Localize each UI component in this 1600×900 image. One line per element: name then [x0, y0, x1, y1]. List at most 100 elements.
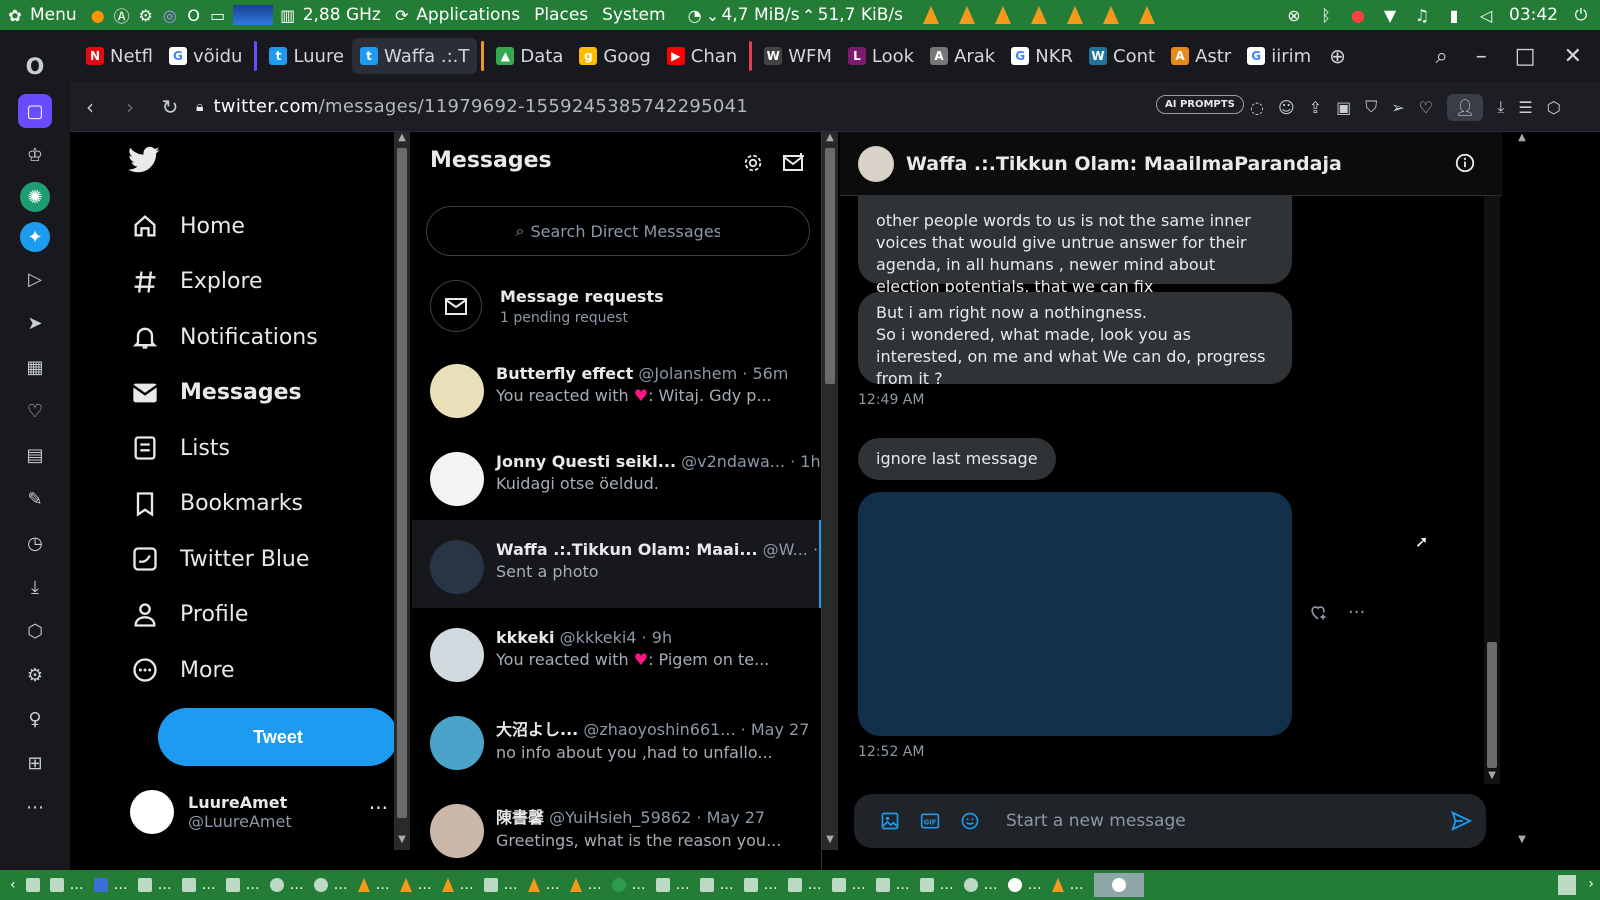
forward-button[interactable]: › — [110, 95, 150, 119]
gif-icon[interactable]: GIF — [910, 811, 950, 831]
menu-button[interactable]: ✿ Menu — [6, 5, 83, 25]
message-requests[interactable]: Message requests 1 pending request — [412, 268, 821, 344]
places-menu[interactable]: Places — [534, 5, 588, 25]
opera-menu-icon[interactable]: O — [18, 50, 52, 84]
nav-item-notifications[interactable]: Notifications — [130, 311, 318, 363]
vpn-shield-icon[interactable]: ⛉ — [1365, 97, 1377, 117]
tweet-button[interactable]: Tweet — [158, 708, 398, 766]
browser-tab[interactable]: ▲ Data — [488, 38, 571, 74]
emoji-icon[interactable] — [950, 811, 990, 831]
taskbar-item[interactable]: … — [93, 877, 128, 893]
browser-tab[interactable]: g Goog — [571, 38, 658, 74]
sidebar-more-icon[interactable]: ⋯ — [18, 790, 52, 824]
conversation-item[interactable]: 大沼よし... @zhaoyoshin661... · May 27 no inf… — [412, 696, 821, 784]
snapshot-icon[interactable]: ▣ — [1336, 98, 1351, 117]
nav-item-home[interactable]: Home — [130, 200, 245, 252]
easy-setup-icon[interactable]: ☰ — [1518, 98, 1532, 117]
crown-icon[interactable]: ♔ — [18, 138, 52, 172]
taskbar-item[interactable]: … — [699, 877, 734, 893]
xbox-icon[interactable]: ⊗ — [1285, 6, 1303, 25]
close-window-button[interactable]: ✕ — [1564, 44, 1582, 69]
browser-tab[interactable]: A Astr — [1163, 38, 1239, 74]
browser-tab[interactable]: G NKR — [1003, 38, 1081, 74]
nav-item-bookmarks[interactable]: Bookmarks — [130, 478, 303, 530]
extensions-cube-icon[interactable]: ⬡ — [1547, 98, 1561, 117]
taskbar-item[interactable]: … — [313, 877, 348, 893]
info-icon[interactable] — [1454, 152, 1476, 178]
taskbar-item[interactable]: … — [1007, 877, 1042, 893]
system-menu[interactable]: System — [602, 5, 665, 25]
conversation-item[interactable]: Jonny Questi seikl... @v2ndawa... · 1h Ku… — [412, 432, 821, 520]
scroll-down-icon[interactable]: ▼ — [394, 834, 410, 848]
taskbar-item[interactable]: … — [963, 877, 998, 893]
conversations-scrollbar[interactable]: ▲ ▼ — [822, 132, 838, 850]
minimize-button[interactable]: – — [1476, 44, 1487, 69]
account-switcher[interactable]: LuureAmet @LuureAmet ··· — [130, 782, 400, 842]
taskbar-item[interactable]: … — [1051, 877, 1084, 893]
browser-tab[interactable]: ▶ Chan — [659, 38, 745, 74]
browser-tab[interactable]: W WFM — [756, 38, 840, 74]
media-icon[interactable] — [870, 811, 910, 831]
taskbar-item[interactable]: … — [357, 877, 390, 893]
react-heart-icon[interactable] — [1308, 602, 1328, 626]
conversation-item[interactable]: Butterfly effect @Jolanshem · 56m You rea… — [412, 344, 821, 432]
heart-icon[interactable]: ♡ — [1419, 98, 1433, 117]
settings-icon[interactable]: ⚙ — [137, 6, 155, 25]
taskbar-item-active[interactable] — [1093, 873, 1144, 897]
taskbar-item[interactable]: … — [611, 877, 646, 893]
vlc-icon[interactable] — [1067, 6, 1083, 24]
scroll-down-icon[interactable]: ▼ — [822, 834, 838, 848]
taskbar-item[interactable]: … — [875, 877, 910, 893]
vlc-icon[interactable] — [1031, 6, 1047, 24]
tab-add-icon[interactable]: ⊞ — [18, 746, 52, 780]
message-bubble[interactable]: But i am right now a nothingness. So i w… — [858, 292, 1292, 388]
terminal-icon[interactable]: ▭ — [209, 6, 227, 25]
conversation-item[interactable]: Waffa .:.Tikkun Olam: Maai... @W... · 2h… — [412, 520, 821, 608]
avatar[interactable] — [430, 364, 484, 418]
nav-item-explore[interactable]: Explore — [130, 256, 263, 308]
nav-item-more[interactable]: More — [130, 644, 235, 696]
taskbar-item[interactable]: … — [831, 877, 866, 893]
scrollbar-thumb[interactable] — [397, 148, 407, 818]
chat-scrollbar[interactable]: ▲ ▼ — [1484, 132, 1500, 784]
avatar[interactable] — [430, 628, 484, 682]
record-icon[interactable]: ● — [1349, 6, 1367, 25]
account-more-icon[interactable]: ··· — [369, 796, 388, 820]
twitter-sidebar-icon[interactable]: ✦ — [20, 222, 50, 252]
taskbar-item[interactable]: … — [569, 877, 602, 893]
vlc-icon[interactable] — [959, 6, 975, 24]
taskbar-item[interactable]: … — [441, 877, 474, 893]
nav-scrollbar[interactable]: ▲ ▼ — [394, 132, 410, 850]
browser-tab[interactable]: L Look — [840, 38, 922, 74]
back-button[interactable]: ‹ — [70, 95, 110, 119]
taskbar-item[interactable]: … — [919, 877, 954, 893]
news-icon[interactable]: ▤ — [18, 438, 52, 472]
reload-button[interactable]: ↻ — [150, 95, 190, 119]
scrollbar-thumb[interactable] — [1487, 642, 1497, 768]
send-icon[interactable]: ➢ — [1391, 98, 1404, 117]
avatar[interactable] — [430, 804, 484, 858]
emoji-icon[interactable]: ☺ — [1278, 98, 1295, 117]
search-input[interactable] — [530, 221, 721, 241]
taskbar-scroll-right-icon[interactable]: › — [1588, 876, 1594, 892]
conversation-header[interactable]: Waffa .:.Tikkun Olam: MaailmaParandaja — [840, 132, 1502, 196]
taskbar-item[interactable]: … — [787, 877, 822, 893]
scrollbar-thumb[interactable] — [825, 148, 835, 384]
tor-icon[interactable]: ◎ — [161, 6, 179, 25]
photo-message[interactable] — [858, 492, 1292, 736]
settings-gear-icon[interactable] — [742, 152, 764, 178]
bluetooth-icon[interactable]: ᛒ — [1317, 6, 1335, 25]
applications-menu[interactable]: ⟳ Applications — [393, 5, 520, 25]
avatar[interactable] — [858, 145, 894, 182]
notifications-tray-icon[interactable]: ♫ — [1413, 6, 1431, 25]
workspaces-icon[interactable]: ▦ — [18, 350, 52, 384]
share-icon[interactable]: ⇪ — [1309, 98, 1322, 117]
new-tab-button[interactable]: ⊕ — [1329, 44, 1346, 68]
page-scrollbar[interactable]: ▲ ▼ — [1514, 132, 1530, 850]
taskbar-scroll-left-icon[interactable]: ‹ — [10, 877, 16, 893]
taskbar-item[interactable]: … — [137, 877, 172, 893]
profile-icon[interactable]: 👤︎ — [1446, 93, 1484, 121]
taskbar-item[interactable]: … — [269, 877, 304, 893]
new-message-icon[interactable] — [782, 152, 806, 178]
power-icon[interactable]: ⏻ — [1572, 5, 1590, 25]
